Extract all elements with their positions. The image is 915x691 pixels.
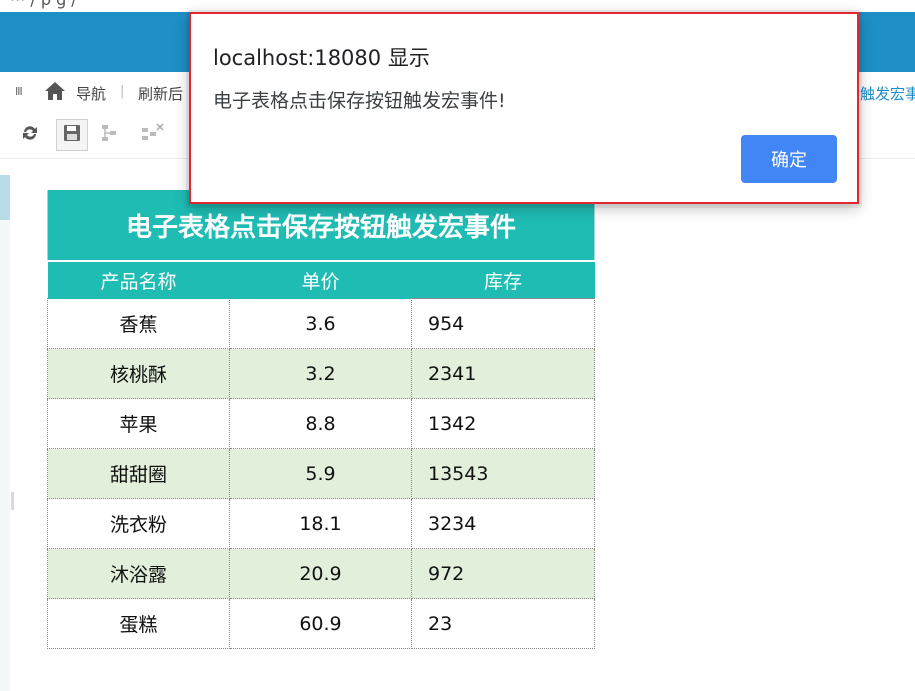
refresh-icon <box>20 123 40 147</box>
nav-separator: | <box>120 84 125 99</box>
menu-handle-icon[interactable]: III <box>15 85 23 98</box>
tree-remove-button[interactable] <box>136 119 168 151</box>
column-header-price[interactable]: 单价 <box>229 260 412 299</box>
spreadsheet: 电子表格点击保存按钮触发宏事件 产品名称 单价 库存 香蕉 3.6 954 核桃… <box>46 190 596 649</box>
nav-home-label[interactable]: 导航 <box>76 83 106 104</box>
cell-product-name[interactable]: 甜甜圈 <box>47 448 230 499</box>
tree-remove-icon <box>140 123 164 147</box>
save-icon <box>62 123 82 147</box>
table-row: 核桃酥 3.2 2341 <box>47 348 596 399</box>
sidebar-edge <box>0 220 10 691</box>
cell-product-name[interactable]: 洗衣粉 <box>47 498 230 549</box>
url-fragment: ··· / p g / <box>10 0 77 9</box>
sidebar-accent <box>0 175 10 220</box>
table-row: 甜甜圈 5.9 13543 <box>47 448 596 499</box>
dialog-message: 电子表格点击保存按钮触发宏事件! <box>213 90 506 112</box>
cell-stock[interactable]: 23 <box>410 598 596 649</box>
cell-stock[interactable]: 972 <box>410 548 596 599</box>
table-row: 沐浴露 20.9 972 <box>47 548 596 599</box>
cell-stock[interactable]: 2341 <box>410 348 596 399</box>
cell-stock[interactable]: 3234 <box>410 498 596 549</box>
refresh-button[interactable] <box>14 119 46 151</box>
table-row: 苹果 8.8 1342 <box>47 398 596 449</box>
cell-price[interactable]: 5.9 <box>229 448 412 499</box>
cell-stock[interactable]: 13543 <box>410 448 596 499</box>
cell-product-name[interactable]: 苹果 <box>47 398 230 449</box>
tab-macro-event[interactable]: 触发宏事 <box>860 83 915 104</box>
save-button[interactable] <box>56 119 88 151</box>
tree-icon <box>100 124 122 146</box>
cell-price[interactable]: 20.9 <box>229 548 412 599</box>
tab-refresh[interactable]: 刷新后 <box>138 83 190 104</box>
cell-product-name[interactable]: 香蕉 <box>47 298 230 349</box>
cell-price[interactable]: 60.9 <box>229 598 412 649</box>
cell-price[interactable]: 3.2 <box>229 348 412 399</box>
ok-button[interactable]: 确定 <box>741 135 837 183</box>
cell-product-name[interactable]: 蛋糕 <box>47 598 230 649</box>
alert-dialog: localhost:18080 显示 电子表格点击保存按钮触发宏事件! 确定 <box>189 12 859 204</box>
cell-price[interactable]: 3.6 <box>229 298 412 349</box>
dialog-title: localhost:18080 显示 <box>213 46 430 70</box>
sidebar-resize-handle[interactable] <box>11 492 14 510</box>
table-row: 香蕉 3.6 954 <box>47 298 596 349</box>
cell-product-name[interactable]: 沐浴露 <box>47 548 230 599</box>
table-row: 蛋糕 60.9 23 <box>47 598 596 649</box>
home-icon[interactable] <box>44 81 66 105</box>
column-header-stock[interactable]: 库存 <box>411 260 595 299</box>
cell-price[interactable]: 8.8 <box>229 398 412 449</box>
cell-stock[interactable]: 954 <box>410 298 596 349</box>
cell-product-name[interactable]: 核桃酥 <box>47 348 230 399</box>
table-row: 洗衣粉 18.1 3234 <box>47 498 596 549</box>
cell-price[interactable]: 18.1 <box>229 498 412 549</box>
tree-button[interactable] <box>95 119 127 151</box>
cell-stock[interactable]: 1342 <box>410 398 596 449</box>
column-header-name[interactable]: 产品名称 <box>47 260 230 299</box>
